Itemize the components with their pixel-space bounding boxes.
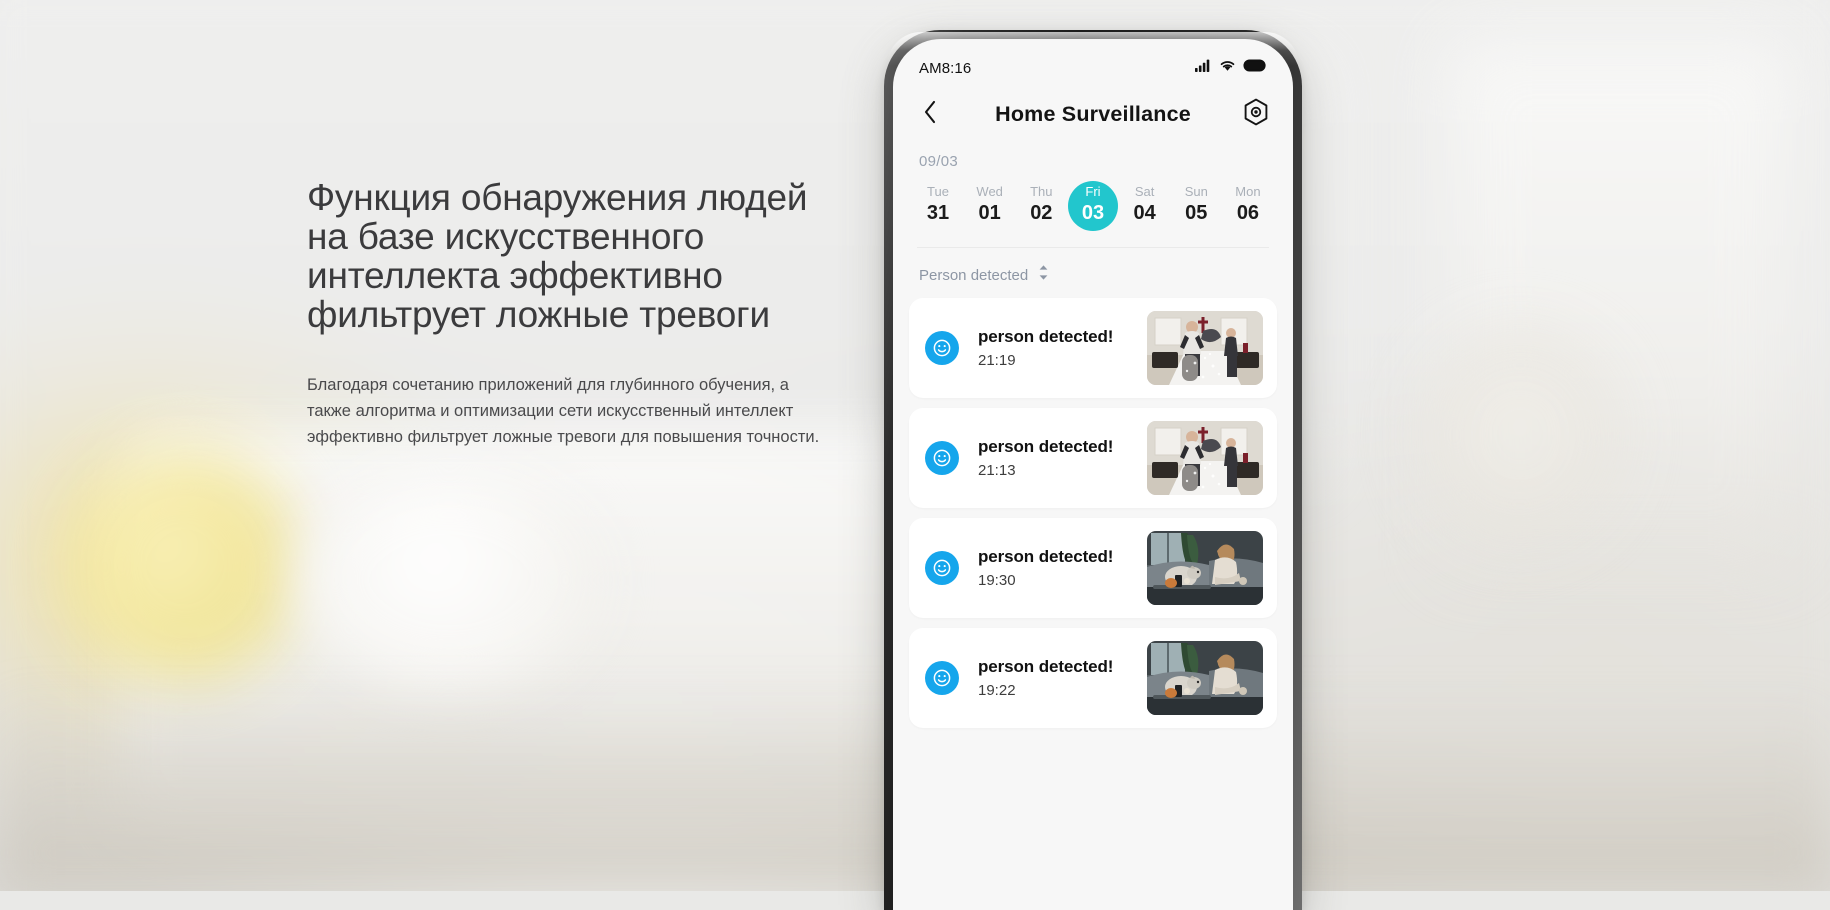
- event-card[interactable]: person detected! 19:22: [909, 628, 1277, 728]
- event-title: person detected!: [978, 657, 1114, 676]
- body-paragraph: Благодаря сочетанию приложений для глуби…: [307, 376, 820, 446]
- day-name: Fri: [1085, 184, 1101, 199]
- filter-row[interactable]: Person detected: [893, 248, 1293, 298]
- app-header: Home Surveillance: [893, 85, 1293, 139]
- day-number: 03: [1081, 202, 1105, 224]
- day-item-tue[interactable]: Tue 31: [913, 178, 963, 233]
- day-name: Thu: [1030, 184, 1053, 199]
- day-number: 05: [1185, 202, 1208, 224]
- bedroom-pillow-fight-thumbnail[interactable]: [1147, 311, 1263, 385]
- day-number: 31: [926, 202, 950, 224]
- day-number: 01: [978, 202, 1001, 224]
- day-item-mon[interactable]: Mon 06: [1223, 178, 1273, 233]
- day-name: Sun: [1184, 184, 1208, 199]
- day-number: 06: [1236, 202, 1260, 224]
- event-card[interactable]: person detected! 19:30: [909, 518, 1277, 618]
- event-title: person detected!: [978, 437, 1114, 456]
- day-number: 02: [1030, 202, 1053, 224]
- day-item-sat[interactable]: Sat 04: [1120, 178, 1170, 233]
- event-text: person detected! 19:22: [978, 657, 1147, 699]
- smiley-face-icon: [925, 551, 959, 585]
- background-white-cushion: [300, 470, 600, 690]
- event-time: 19:22: [978, 682, 1016, 699]
- page-title: Функция обнаружения людей на базе искусс…: [307, 178, 847, 334]
- day-name: Tue: [927, 184, 949, 199]
- headline-line-2: на базе искусственного: [307, 216, 705, 257]
- living-room-sofa-dog-thumbnail[interactable]: [1147, 531, 1263, 605]
- smiley-face-icon: [925, 331, 959, 365]
- event-title: person detected!: [978, 327, 1114, 346]
- headline-line-4: фильтрует ложные тревоги: [307, 294, 770, 335]
- battery-icon: [1243, 59, 1267, 77]
- event-card[interactable]: person detected! 21:19: [909, 298, 1277, 398]
- event-text: person detected! 21:19: [978, 327, 1147, 369]
- day-item-wed[interactable]: Wed 01: [965, 178, 1015, 233]
- status-bar: AM8:16: [893, 39, 1293, 85]
- status-time: AM8:16: [919, 59, 972, 77]
- day-item-fri-selected[interactable]: Fri 03: [1067, 178, 1118, 233]
- day-strip[interactable]: Tue 31 Wed 01 Thu 02 Fri 03 Sat 04 Sun 0…: [893, 170, 1293, 233]
- sort-updown-icon[interactable]: [1037, 264, 1050, 286]
- hexagon-settings-icon: [1243, 98, 1269, 131]
- signal-icon: [1195, 59, 1212, 77]
- day-item-thu[interactable]: Thu 02: [1016, 178, 1066, 233]
- living-room-sofa-dog-thumbnail[interactable]: [1147, 641, 1263, 715]
- day-name: Sat: [1134, 184, 1155, 199]
- app-title: Home Surveillance: [995, 101, 1191, 126]
- event-list: person detected! 21:19 person detected! …: [893, 298, 1293, 728]
- back-button[interactable]: [915, 99, 945, 129]
- smiley-face-icon: [925, 441, 959, 475]
- headline-line-1: Функция обнаружения людей: [307, 177, 808, 218]
- filter-label: Person detected: [919, 266, 1029, 284]
- event-text: person detected! 21:13: [978, 437, 1147, 479]
- bedroom-pillow-fight-thumbnail[interactable]: [1147, 421, 1263, 495]
- headline-line-3: интеллекта эффективно: [307, 255, 723, 296]
- smiley-face-icon: [925, 661, 959, 695]
- phone-screen: AM8:16 Home Surveillance 09/03 Tue 31 We…: [893, 39, 1293, 910]
- wifi-icon: [1219, 59, 1236, 77]
- event-text: person detected! 19:30: [978, 547, 1147, 589]
- day-name: Mon: [1235, 184, 1261, 199]
- day-name: Wed: [976, 184, 1003, 199]
- event-title: person detected!: [978, 547, 1114, 566]
- settings-button[interactable]: [1241, 98, 1271, 131]
- status-icons: [1195, 59, 1267, 77]
- current-date-label: 09/03: [919, 153, 959, 170]
- day-item-sun[interactable]: Sun 05: [1171, 178, 1221, 233]
- phone-mockup: AM8:16 Home Surveillance 09/03 Tue 31 We…: [884, 30, 1302, 910]
- event-card[interactable]: person detected! 21:13: [909, 408, 1277, 508]
- background-yellow-cushion: [70, 452, 300, 682]
- event-time: 21:19: [978, 352, 1016, 369]
- event-time: 19:30: [978, 572, 1016, 589]
- chevron-left-icon: [923, 100, 937, 129]
- event-time: 21:13: [978, 462, 1016, 479]
- day-number: 04: [1133, 202, 1156, 224]
- marketing-copy: Функция обнаружения людей на базе искусс…: [307, 178, 847, 450]
- background-lamp: [1420, 330, 1620, 540]
